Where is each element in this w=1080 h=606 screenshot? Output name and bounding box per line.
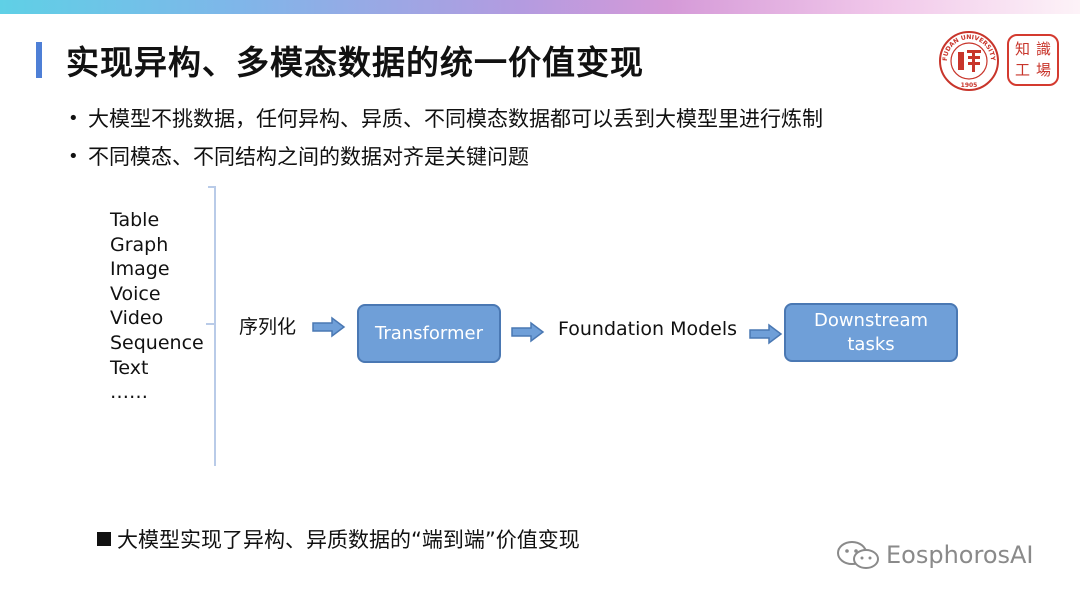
data-type-item: Voice <box>110 282 161 305</box>
fudan-university-logo: FUDAN UNIVERSITY 1905 <box>939 31 999 91</box>
bullet-dot-icon: • <box>68 107 79 129</box>
data-type-list: Table Graph Image Voice Video Sequence T… <box>110 208 204 405</box>
serialize-label: 序列化 <box>239 316 297 338</box>
transformer-label: Transformer <box>374 322 483 344</box>
top-gradient-bar <box>0 0 1080 14</box>
downstream-tasks-box: Downstream tasks <box>784 303 958 362</box>
watermark: EosphorosAI <box>836 540 1034 570</box>
arrow-right-icon <box>312 316 346 338</box>
bullet-list: • 大模型不挑数据，任何异构、异质、不同模态数据都可以丢到大模型里进行炼制 • … <box>68 103 823 179</box>
logo-year: 1905 <box>961 82 978 89</box>
bullet-item: • 不同模态、不同结构之间的数据对齐是关键问题 <box>68 141 823 171</box>
summary-line: 大模型实现了异构、异质数据的“端到端”价值变现 <box>97 524 580 554</box>
watermark-text: EosphorosAI <box>886 541 1034 569</box>
data-type-item: Image <box>110 258 170 281</box>
wechat-icon <box>837 541 879 569</box>
arrow-right-icon <box>749 323 783 345</box>
arrow-right-icon <box>511 321 545 343</box>
data-type-item: Text <box>110 356 149 379</box>
data-type-item: Video <box>110 307 164 330</box>
grouping-bracket <box>206 186 216 466</box>
data-type-item: Table <box>110 209 160 231</box>
logo-char-2: 識 <box>1035 40 1051 58</box>
foundation-models-label: Foundation Models <box>558 318 738 340</box>
downstream-label-line1: Downstream <box>813 309 929 331</box>
zhishi-gongchang-logo: 知 識 工 場 <box>1007 34 1059 86</box>
bullet-item: • 大模型不挑数据，任何异构、异质、不同模态数据都可以丢到大模型里进行炼制 <box>68 103 823 133</box>
bullet-text: 大模型不挑数据，任何异构、异质、不同模态数据都可以丢到大模型里进行炼制 <box>88 107 823 131</box>
title-accent-bar <box>36 42 42 78</box>
transformer-box: Transformer <box>357 304 501 363</box>
slide-title: 实现异构、多模态数据的统一价值变现 <box>66 43 644 82</box>
summary-text: 大模型实现了异构、异质数据的“端到端”价值变现 <box>117 528 580 552</box>
logo-char-4: 場 <box>1035 61 1051 79</box>
downstream-label-line2: tasks <box>847 333 895 355</box>
data-type-item: Sequence <box>110 331 204 354</box>
logo-char-1: 知 <box>1014 40 1030 58</box>
bullet-text: 不同模态、不同结构之间的数据对齐是关键问题 <box>88 145 529 169</box>
data-type-item: …… <box>110 381 148 404</box>
data-type-item: Graph <box>110 233 169 256</box>
bullet-dot-icon: • <box>68 145 79 167</box>
logo-char-3: 工 <box>1014 61 1030 79</box>
square-bullet-icon <box>97 532 111 546</box>
